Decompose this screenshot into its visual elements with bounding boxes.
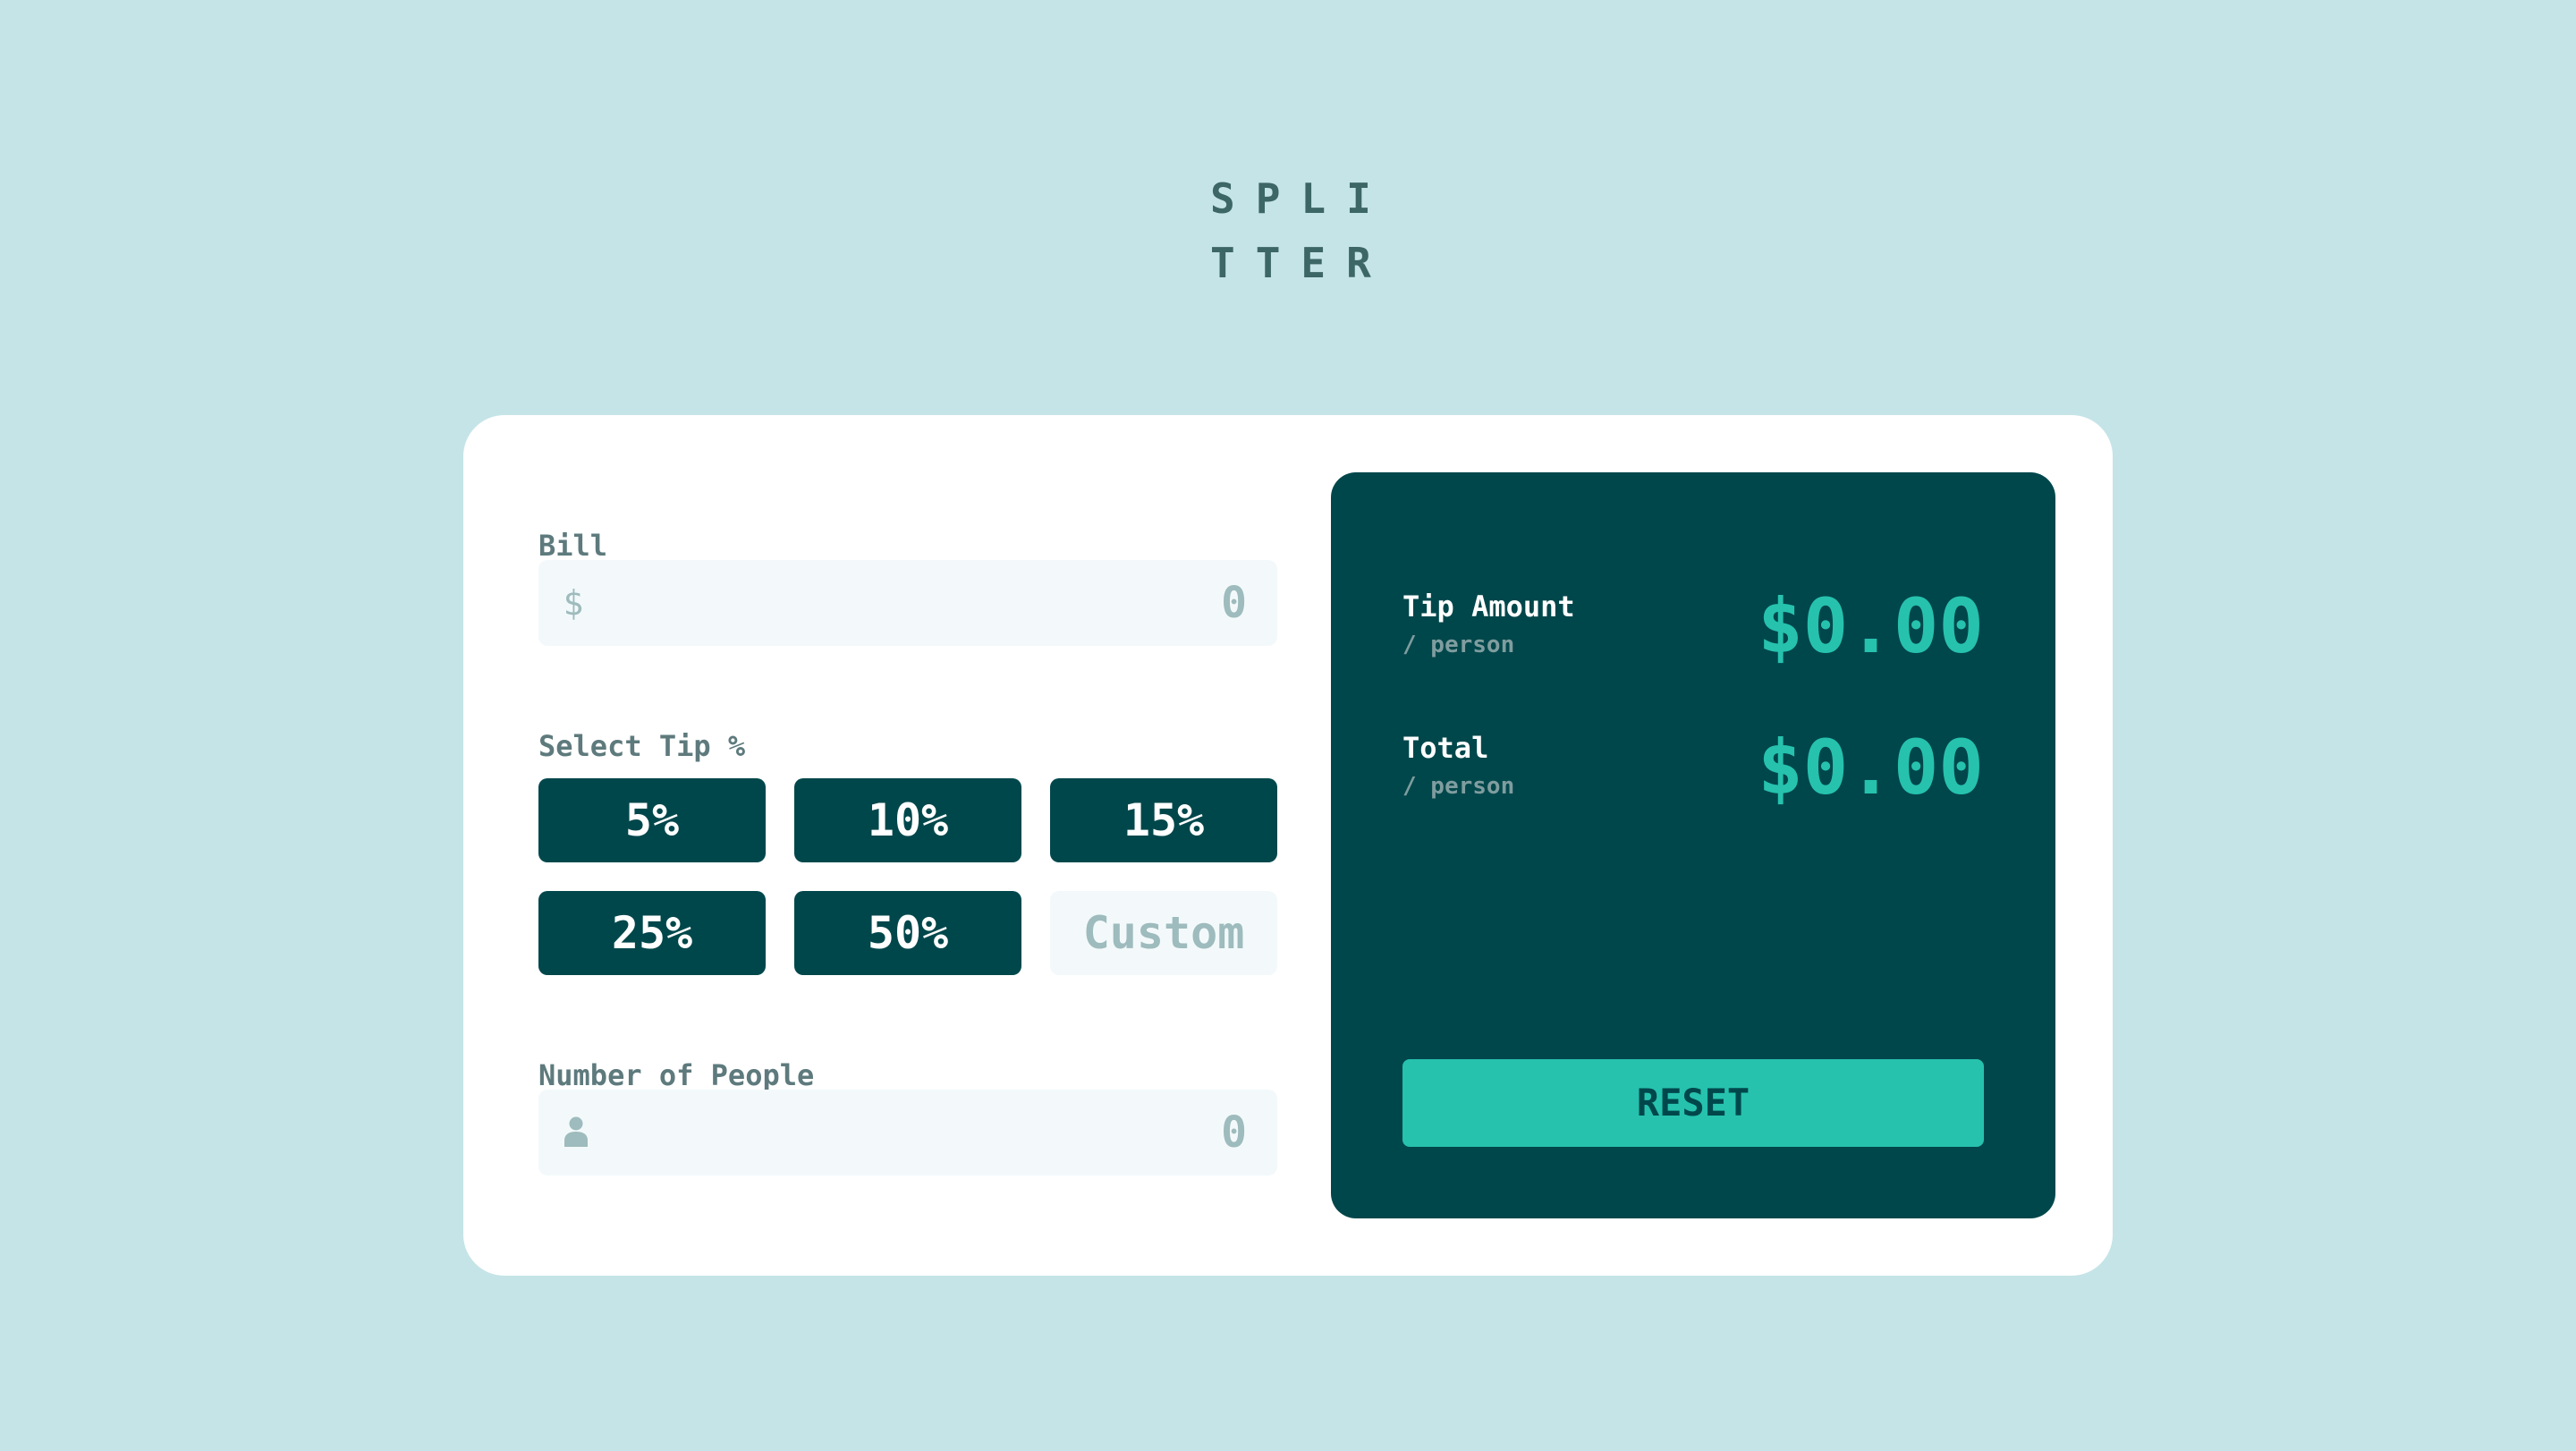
- tip-5-button[interactable]: 5%: [538, 778, 766, 862]
- bill-label: Bill: [538, 529, 608, 563]
- bill-value: 0: [1221, 578, 1247, 628]
- tip-amount-subtitle: / person: [1402, 632, 1515, 658]
- people-value: 0: [1221, 1107, 1247, 1158]
- tip-25-button[interactable]: 25%: [538, 891, 766, 975]
- results-panel: Tip Amount / person $0.00 Total / person…: [1331, 472, 2055, 1218]
- tip-amount-title: Tip Amount: [1402, 590, 1575, 624]
- tip-50-button[interactable]: 50%: [794, 891, 1021, 975]
- tip-10-button[interactable]: 10%: [794, 778, 1021, 862]
- total-value: $0.00: [1758, 724, 1984, 811]
- tip-15-button[interactable]: 15%: [1050, 778, 1277, 862]
- reset-button[interactable]: RESET: [1402, 1059, 1984, 1147]
- select-tip-label: Select Tip %: [538, 729, 746, 763]
- tip-amount-value: $0.00: [1758, 582, 1984, 670]
- custom-tip-input[interactable]: Custom: [1050, 891, 1277, 975]
- calculator-card: Bill $ 0 Select Tip % 5% 10% 15% 25% 50%…: [463, 415, 2113, 1276]
- total-subtitle: / person: [1402, 773, 1515, 800]
- total-title: Total: [1402, 731, 1489, 765]
- dollar-icon: $: [563, 583, 584, 623]
- logo-line-1: SPLI: [1210, 174, 1392, 223]
- app-logo: SPLI TTER: [1210, 166, 1380, 295]
- logo-line-2: TTER: [1210, 239, 1392, 287]
- bill-input[interactable]: $ 0: [538, 560, 1277, 646]
- people-label: Number of People: [538, 1058, 815, 1092]
- person-icon: [564, 1116, 588, 1147]
- people-input[interactable]: 0: [538, 1090, 1277, 1175]
